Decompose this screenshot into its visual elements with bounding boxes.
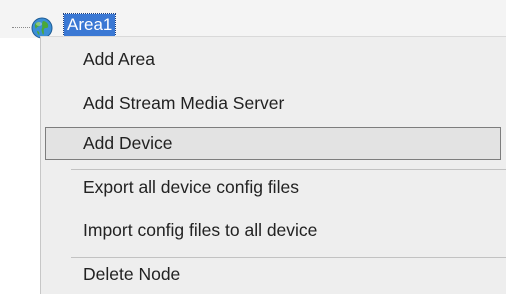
menu-item-add-stream-media-server[interactable]: Add Stream Media Server (83, 93, 284, 114)
menu-separator (71, 257, 506, 258)
menu-item-delete-node[interactable]: Delete Node (83, 264, 180, 285)
tree-view: Area1 (0, 0, 506, 39)
context-menu: Add Area Add Stream Media Server Add Dev… (40, 36, 506, 294)
tree-node-label[interactable]: Area1 (62, 13, 117, 37)
tree-connector-line (12, 27, 30, 28)
menu-item-export-config[interactable]: Export all device config files (83, 177, 299, 198)
menu-item-add-device[interactable]: Add Device (45, 127, 501, 160)
menu-separator (71, 169, 506, 170)
menu-item-import-config[interactable]: Import config files to all device (83, 220, 317, 241)
menu-item-add-area[interactable]: Add Area (83, 49, 155, 70)
